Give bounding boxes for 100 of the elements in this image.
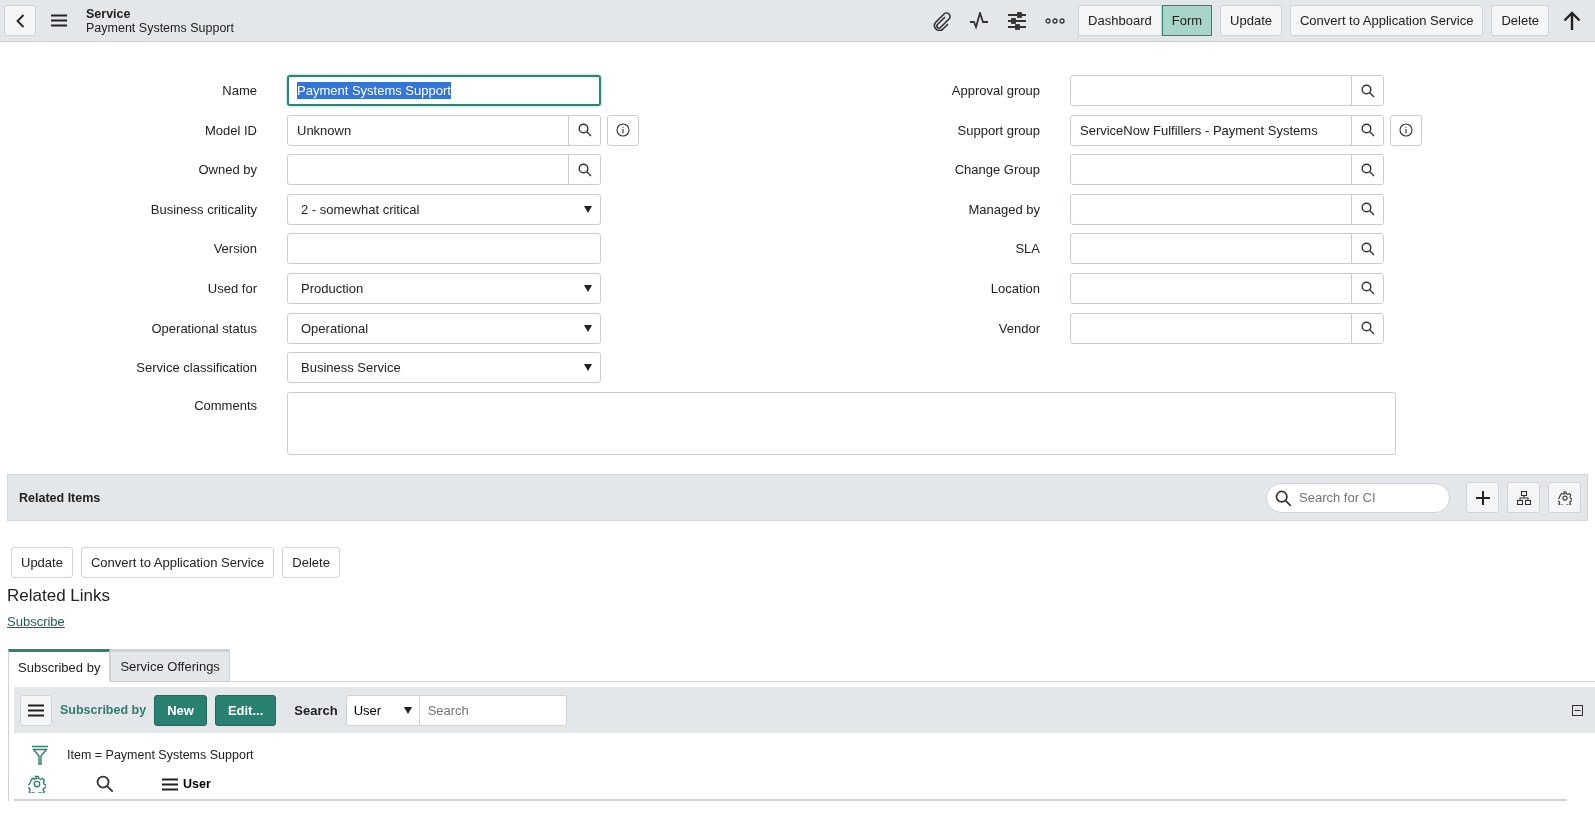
search-icon <box>577 162 592 177</box>
field-label: Managed by <box>967 201 1040 217</box>
tab[interactable]: Service Offerings <box>110 649 230 682</box>
field-label: Location <box>989 280 1040 296</box>
filter-icon <box>31 745 49 766</box>
lookup-field[interactable]: ServiceNow Fulfillers - Payment Systems <box>1070 114 1384 146</box>
info-button[interactable] <box>607 114 639 146</box>
lookup-field[interactable] <box>1070 312 1384 344</box>
filter-condition: Item = Payment Systems Support <box>67 748 254 763</box>
search-icon <box>1360 83 1375 98</box>
list-title: Subscribed by <box>60 703 147 718</box>
more-icon <box>1045 17 1066 24</box>
search-label: Search <box>294 702 338 718</box>
action-button[interactable]: Update <box>1220 5 1282 36</box>
subscribe-link[interactable]: Subscribe <box>7 614 65 630</box>
list-search-field[interactable]: Search <box>419 694 567 726</box>
search-button[interactable] <box>568 155 600 185</box>
list-button[interactable]: Edit... <box>214 694 277 726</box>
record-name: Payment Systems Support <box>86 20 234 35</box>
search-button[interactable] <box>1351 194 1383 224</box>
field-label: Business criticality <box>149 201 257 217</box>
field-label: Vendor <box>997 320 1040 336</box>
action-button[interactable]: Update <box>11 547 73 579</box>
field-label: Operational status <box>150 320 257 336</box>
comments-field[interactable] <box>287 392 1396 456</box>
select-field[interactable]: 2 - somewhat critical <box>287 193 601 225</box>
search-icon <box>1360 123 1375 138</box>
field-label: Version <box>212 241 257 257</box>
search-button[interactable] <box>1351 313 1383 343</box>
lookup-field[interactable] <box>1070 193 1384 225</box>
up-arrow-icon <box>1563 10 1581 31</box>
action-button[interactable]: Delete <box>282 547 340 579</box>
text-field[interactable]: Payment Systems Support <box>287 75 601 106</box>
caret-icon <box>584 205 592 213</box>
view-toggle[interactable]: Form <box>1161 5 1213 36</box>
select-field[interactable]: Business Service <box>287 352 601 384</box>
paperclip-icon <box>931 10 952 31</box>
info-button[interactable] <box>1390 114 1422 146</box>
search-icon <box>577 123 592 138</box>
field-label: SLA <box>1014 241 1040 257</box>
collapse-button[interactable] <box>1572 704 1583 716</box>
lookup-field[interactable] <box>1070 233 1384 265</box>
settings-button[interactable] <box>1548 482 1581 514</box>
field-label: Owned by <box>197 162 257 178</box>
list-menu-button[interactable] <box>20 694 52 726</box>
back-icon <box>15 13 25 28</box>
action-button[interactable]: Delete <box>1491 5 1549 36</box>
search-column-select[interactable]: User <box>345 694 420 726</box>
pulse-icon <box>969 11 990 30</box>
select-field[interactable]: Operational <box>287 312 601 344</box>
settings-icon <box>1557 490 1572 505</box>
select-field[interactable]: Production <box>287 272 601 304</box>
field-label: Service classification <box>135 360 257 376</box>
caret-icon <box>584 324 592 332</box>
tab[interactable]: Subscribed by <box>8 649 111 683</box>
caret-icon <box>584 364 592 372</box>
collapse-icon <box>1572 704 1583 716</box>
section-title: Related Items <box>19 490 102 505</box>
back-button[interactable] <box>4 5 36 36</box>
search-icon <box>1360 321 1375 336</box>
field-label: Change Group <box>953 162 1040 178</box>
menu-icon <box>28 703 44 717</box>
list-search-button[interactable] <box>96 775 114 794</box>
list-button[interactable]: New <box>154 694 207 726</box>
caret-icon <box>403 706 412 714</box>
lookup-field[interactable]: Unknown <box>287 114 601 146</box>
action-button[interactable]: Convert to Application Service <box>80 547 275 579</box>
search-button[interactable] <box>1351 155 1383 185</box>
action-button[interactable]: Convert to Application Service <box>1290 5 1484 36</box>
section-title: Related Links <box>7 586 111 607</box>
text-field[interactable] <box>287 233 601 265</box>
search-button[interactable] <box>1351 115 1383 145</box>
lookup-field[interactable] <box>287 154 601 186</box>
lookup-field[interactable] <box>1070 272 1384 304</box>
search-button[interactable] <box>1351 234 1383 264</box>
column-menu-icon <box>162 777 178 791</box>
search-icon <box>96 775 114 794</box>
hierarchy-icon <box>1516 490 1531 505</box>
column-header[interactable]: User <box>162 777 211 792</box>
search-icon <box>1360 202 1375 217</box>
list-settings-button[interactable] <box>28 775 46 794</box>
lookup-field[interactable] <box>1070 75 1384 106</box>
lookup-field[interactable] <box>1070 154 1384 186</box>
map-button[interactable] <box>1507 482 1540 514</box>
menu-icon <box>51 14 67 27</box>
plus-icon <box>1475 490 1490 505</box>
search-icon <box>1360 162 1375 177</box>
info-icon <box>616 123 630 138</box>
ci-search-field[interactable]: Search for CI <box>1266 482 1450 513</box>
record-type: Service <box>86 6 132 21</box>
add-button[interactable] <box>1466 482 1499 514</box>
search-button[interactable] <box>1351 76 1383 105</box>
field-label: Model ID <box>203 122 257 138</box>
search-button[interactable] <box>568 115 600 145</box>
field-label: Comments <box>193 397 257 414</box>
view-toggle[interactable]: Dashboard <box>1078 5 1162 36</box>
search-icon <box>1360 241 1375 256</box>
field-label: Name <box>221 83 257 98</box>
settings-icon <box>28 775 46 794</box>
search-button[interactable] <box>1351 273 1383 303</box>
